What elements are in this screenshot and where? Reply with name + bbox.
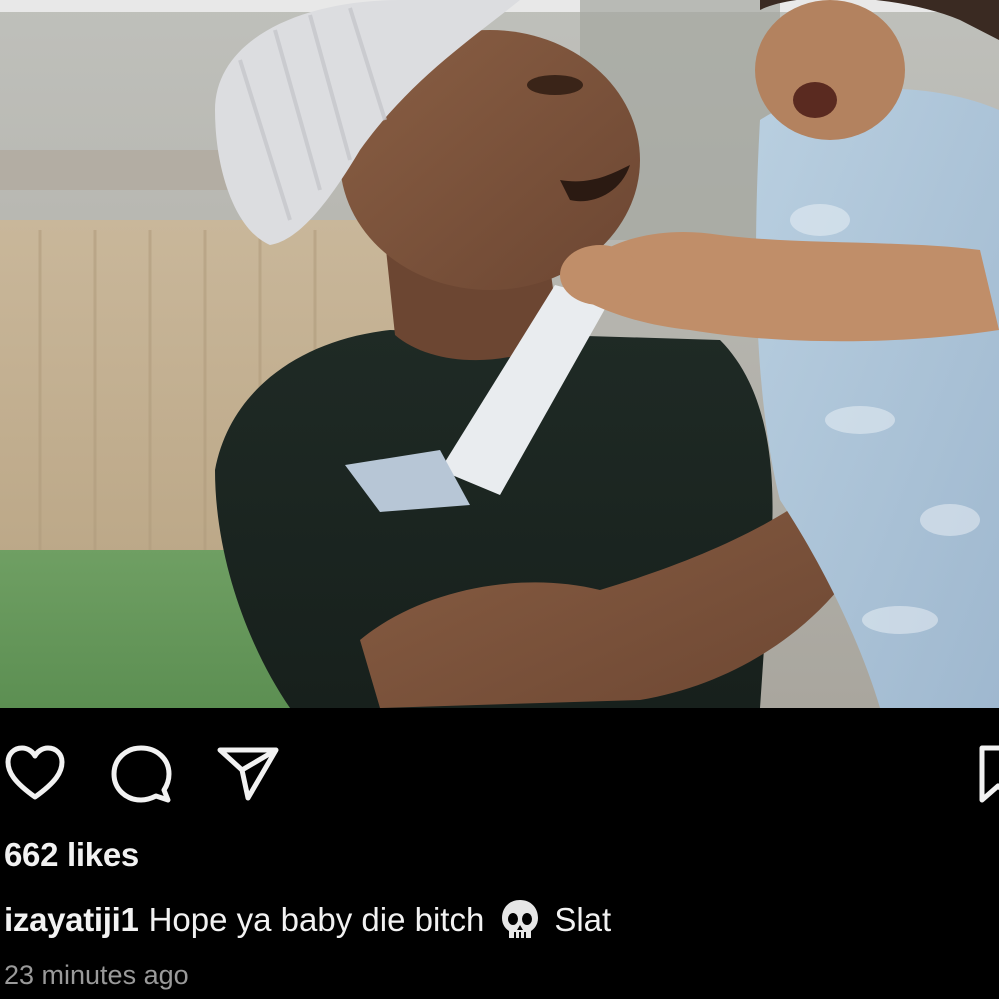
post-photo-illustration (0, 0, 999, 708)
post-caption: izayatiji1 Hope ya baby die bitch Slat (4, 898, 611, 942)
paper-plane-icon[interactable] (216, 744, 280, 802)
post-action-bar (0, 708, 999, 833)
heart-outline-icon[interactable] (4, 744, 66, 802)
skull-emoji-icon (500, 898, 540, 942)
post-timestamp: 23 minutes ago (4, 960, 189, 990)
post-photo[interactable] (0, 0, 999, 708)
likes-count[interactable]: 662 likes (4, 836, 139, 874)
bookmark-icon[interactable] (978, 744, 999, 804)
caption-username[interactable]: izayatiji1 (4, 901, 139, 939)
speech-bubble-icon[interactable] (110, 744, 172, 806)
caption-text: Hope ya baby die bitch (148, 901, 485, 938)
caption-suffix: Slat (554, 901, 612, 938)
